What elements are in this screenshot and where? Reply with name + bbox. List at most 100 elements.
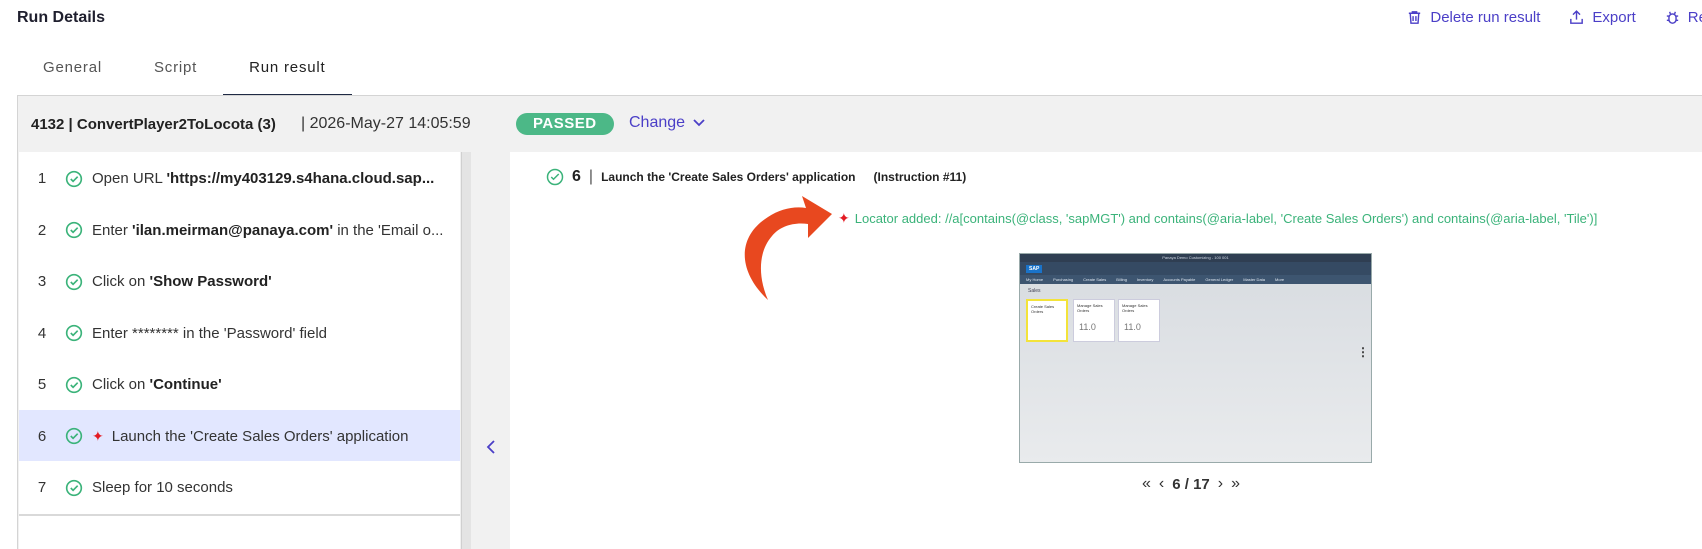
detail-separator: | [588, 168, 594, 185]
screenshot-tile-manage-sales-orders: Manage Sales Orders 11.0 [1073, 299, 1115, 342]
screenshot-tile-manage-sales-orders-2: Manage Sales Orders 11.0 [1118, 299, 1160, 342]
step-screenshot[interactable]: Panaya Demo Customizing - 100 001 SAP My… [1019, 253, 1372, 463]
tab-general[interactable]: General [17, 56, 128, 96]
step-text-post: in the 'Email o... [333, 221, 444, 239]
check-circle-icon [546, 168, 564, 186]
run-body: 1 Open URL 'https://my403129.s4hana.cloud… [17, 152, 1702, 549]
prev-page-icon[interactable]: ‹ [1159, 475, 1164, 493]
page-indicator: 6 / 17 [1172, 475, 1210, 493]
header-actions: Delete run result Export Report bug [1406, 9, 1702, 26]
screenshot-nav-item: Create Sales [1083, 277, 1107, 282]
screenshot-tile-create-sales-orders: Create Sales Orders [1026, 299, 1068, 342]
chevron-left-icon [486, 440, 495, 454]
sparkle-icon: ✦ [92, 427, 104, 444]
screenshot-section-title: Sales [1028, 288, 1041, 294]
step-number: 2 [37, 221, 47, 239]
screenshot-tile-count: 11.0 [1079, 322, 1096, 332]
check-circle-icon [65, 427, 83, 445]
screenshot-nav-item: Billing [1116, 277, 1127, 282]
trash-icon [1409, 11, 1421, 24]
screenshot-tile-label: Manage Sales Orders [1077, 303, 1103, 313]
step-text: Click on 'Show Password' [92, 273, 272, 290]
sap-logo: SAP [1026, 264, 1043, 273]
step-list: 1 Open URL 'https://my403129.s4hana.cloud… [19, 152, 460, 549]
bug-icon [1666, 11, 1678, 24]
step-number: 7 [37, 479, 47, 496]
step-number: 5 [37, 376, 47, 393]
header: Run Details Delete run result Export Rep… [0, 0, 1702, 40]
check-circle-icon [65, 273, 83, 290]
step-text: Enter 'ilan.meirman@panaya.com' in the '… [92, 222, 443, 239]
kebab-menu-icon: ⋮ [1357, 345, 1369, 359]
screenshot-tile-label: Manage Sales Orders [1122, 303, 1148, 313]
next-page-icon[interactable]: › [1218, 475, 1223, 493]
step-number: 3 [37, 273, 47, 290]
screenshot-shell-bar: SAP [1020, 262, 1371, 275]
status-badge: PASSED [516, 113, 614, 135]
screenshot-nav-item: General Ledger [1205, 277, 1234, 282]
locator-added-message: ✦ Locator added: //a[contains(@class, 's… [838, 210, 1597, 227]
collapse-panel-button[interactable] [486, 437, 496, 460]
screenshot-nav-item: Inventory [1136, 277, 1154, 282]
screenshot-nav-item: Accounts Payable [1163, 277, 1196, 282]
detail-step-title: Launch the 'Create Sales Orders' applica… [601, 170, 856, 184]
step-text: Sleep for 10 seconds [92, 479, 233, 496]
step-number: 1 [37, 170, 47, 187]
run-id-name: 4132 | ConvertPlayer2ToLocota (3) [31, 116, 276, 133]
step-text-pre: Enter ******** in the 'Password' field [92, 324, 328, 342]
first-page-icon[interactable]: « [1142, 475, 1151, 493]
step-text-bold: 'https://my403129.s4hana.cloud.sap... [166, 170, 435, 187]
step-row[interactable]: 3 Click on 'Show Password' [19, 255, 460, 310]
step-text-bold: 'Show Password' [149, 273, 272, 290]
step-number: 6 [37, 427, 47, 445]
screenshot-nav: My Home Purchasing Create Sales Billing Inve… [1020, 275, 1371, 284]
chevron-down-icon [693, 119, 705, 127]
locator-text: Locator added: //a[contains(@class, 'sap… [854, 211, 1598, 226]
step-text-bold: 'ilan.meirman@panaya.com' [132, 221, 334, 239]
screenshot-tile-label: Create Sales Orders [1031, 304, 1055, 314]
check-circle-icon [65, 170, 83, 187]
step-row[interactable]: 2 Enter 'ilan.meirman@panaya.com' in the … [19, 203, 460, 259]
last-page-icon[interactable]: » [1231, 475, 1240, 493]
step-detail-panel: 6 | Launch the 'Create Sales Orders' app… [510, 152, 1702, 549]
run-date: | 2026-May-27 14:05:59 [301, 115, 471, 132]
screenshot-nav-item: Purchasing [1053, 277, 1074, 282]
check-circle-icon [65, 221, 83, 239]
screenshot-nav-item: My Home [1026, 277, 1044, 282]
tab-bar: General Script Run result [17, 56, 352, 96]
step-text-pre: Enter [92, 221, 133, 239]
step-text-pre: Sleep for 10 seconds [92, 479, 233, 496]
screenshot-pager: « ‹ 6 / 17 › » [1142, 475, 1240, 493]
change-dropdown[interactable]: Change [629, 114, 705, 132]
export-button[interactable]: Export [1568, 9, 1636, 26]
sparkle-icon: ✦ [838, 210, 850, 226]
tab-run-result[interactable]: Run result [223, 56, 352, 96]
delete-run-result-label: Delete run result [1430, 9, 1541, 26]
report-bug-label: Report bug [1687, 9, 1702, 26]
step-row[interactable]: 4 Enter ******** in the 'Password' field [19, 306, 460, 362]
step-number: 4 [37, 324, 47, 342]
step-text-pre: Open URL [92, 170, 167, 187]
step-text-pre: Click on [92, 376, 150, 393]
step-text: Click on 'Continue' [92, 376, 222, 393]
detail-instruction: (Instruction #11) [873, 170, 967, 184]
step-text: Open URL 'https://my403129.s4hana.cloud.… [92, 170, 434, 187]
tab-script[interactable]: Script [128, 56, 223, 96]
step-row[interactable]: 7 Sleep for 10 seconds [19, 461, 460, 516]
arrow-annotation-icon [744, 196, 832, 300]
detail-step-number: 6 [572, 168, 581, 185]
scrollbar[interactable] [461, 152, 471, 549]
delete-run-result-button[interactable]: Delete run result [1406, 9, 1540, 26]
step-row[interactable]: 5 Click on 'Continue' [19, 358, 460, 413]
step-text-pre: Click on [92, 273, 150, 290]
check-circle-icon [65, 479, 83, 496]
step-row[interactable]: 1 Open URL 'https://my403129.s4hana.cloud… [19, 152, 460, 207]
screenshot-window-title: Panaya Demo Customizing - 100 001 [1020, 254, 1371, 262]
change-label: Change [629, 114, 686, 131]
report-bug-button[interactable]: Report bug [1664, 9, 1702, 26]
page-title: Run Details [17, 9, 106, 26]
step-text: Launch the 'Create Sales Orders' applica… [112, 428, 409, 445]
step-row[interactable]: 6 ✦ Launch the 'Create Sales Orders' appli… [19, 409, 460, 465]
screenshot-tile-count: 11.0 [1124, 322, 1141, 332]
step-text-pre: Launch the 'Create Sales Orders' applica… [111, 427, 409, 445]
